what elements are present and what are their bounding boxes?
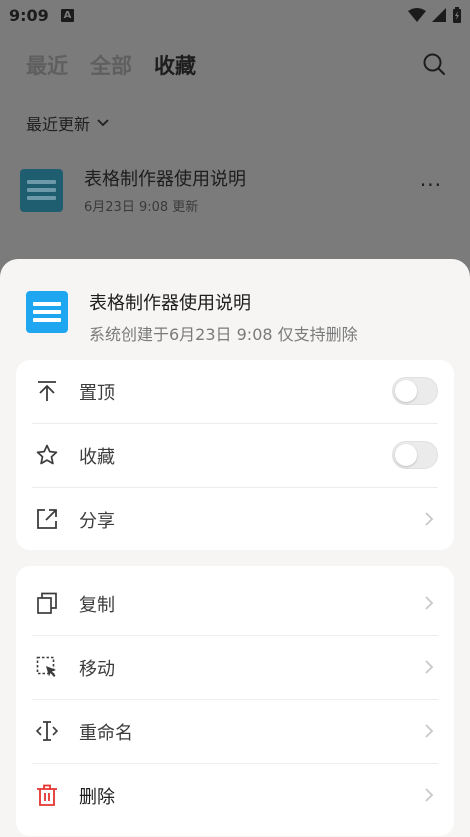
- option-copy[interactable]: 复制: [16, 572, 454, 636]
- battery-icon: [453, 7, 461, 23]
- option-share[interactable]: 分享: [16, 488, 454, 552]
- chevron-down-icon: [97, 119, 109, 127]
- file-meta: 6月23日 9:08 更新: [84, 200, 199, 215]
- file-list-item[interactable]: 表格制作器使用说明 6月23日 9:08 更新 ···: [20, 165, 450, 225]
- chevron-right-icon: [425, 512, 434, 526]
- status-time: 9:09: [9, 6, 49, 25]
- star-icon: [36, 444, 58, 465]
- copy-icon: [37, 592, 57, 614]
- wifi-icon: [408, 8, 426, 22]
- tab-all[interactable]: 全部: [90, 50, 132, 80]
- option-label: 重命名: [79, 723, 133, 744]
- option-label: 分享: [79, 511, 115, 532]
- option-label: 收藏: [79, 447, 115, 468]
- option-delete[interactable]: 删除: [16, 764, 454, 828]
- sheet-title: 表格制作器使用说明: [89, 293, 251, 314]
- option-favorite[interactable]: 收藏: [16, 424, 454, 488]
- pin-top-toggle[interactable]: [392, 377, 438, 405]
- chevron-right-icon: [425, 788, 434, 802]
- sheet-subtitle: 系统创建于6月23日 9:08 仅支持删除: [89, 325, 358, 344]
- option-move[interactable]: 移动: [16, 636, 454, 700]
- rename-icon: [36, 721, 58, 741]
- option-label: 移动: [79, 659, 115, 680]
- notification-a-icon: A: [61, 9, 74, 22]
- sheet-header: 表格制作器使用说明 系统创建于6月23日 9:08 仅支持删除: [26, 289, 446, 345]
- pin-top-icon: [38, 381, 56, 401]
- document-icon: [26, 291, 68, 333]
- move-icon: [36, 656, 56, 677]
- share-icon: [37, 509, 57, 529]
- options-group-1: 置顶 收藏 分享: [16, 360, 454, 550]
- chevron-right-icon: [425, 724, 434, 738]
- sort-label: 最近更新: [26, 115, 91, 134]
- option-label: 删除: [79, 787, 115, 808]
- top-tabs: 最近 全部 收藏: [26, 50, 196, 80]
- sort-dropdown[interactable]: 最近更新: [26, 111, 110, 135]
- file-name: 表格制作器使用说明: [84, 169, 246, 190]
- tab-recent[interactable]: 最近: [26, 50, 68, 80]
- option-pin-top[interactable]: 置顶: [16, 360, 454, 424]
- trash-icon: [37, 784, 57, 806]
- options-group-2: 复制 移动 重命名 删除: [16, 566, 454, 836]
- favorite-toggle[interactable]: [392, 441, 438, 469]
- option-label: 复制: [79, 595, 115, 616]
- status-bar: 9:09 A: [0, 0, 470, 32]
- option-rename[interactable]: 重命名: [16, 700, 454, 764]
- chevron-right-icon: [425, 596, 434, 610]
- document-icon: [20, 169, 63, 212]
- search-icon[interactable]: [422, 52, 446, 76]
- option-label: 置顶: [79, 383, 115, 404]
- status-right-icons: [408, 7, 462, 23]
- more-options-icon[interactable]: ···: [420, 173, 442, 197]
- tab-favorites[interactable]: 收藏: [154, 50, 196, 80]
- chevron-right-icon: [425, 660, 434, 674]
- bottom-sheet: 表格制作器使用说明 系统创建于6月23日 9:08 仅支持删除 置顶 收藏 分享…: [0, 259, 470, 837]
- signal-icon: [432, 8, 446, 22]
